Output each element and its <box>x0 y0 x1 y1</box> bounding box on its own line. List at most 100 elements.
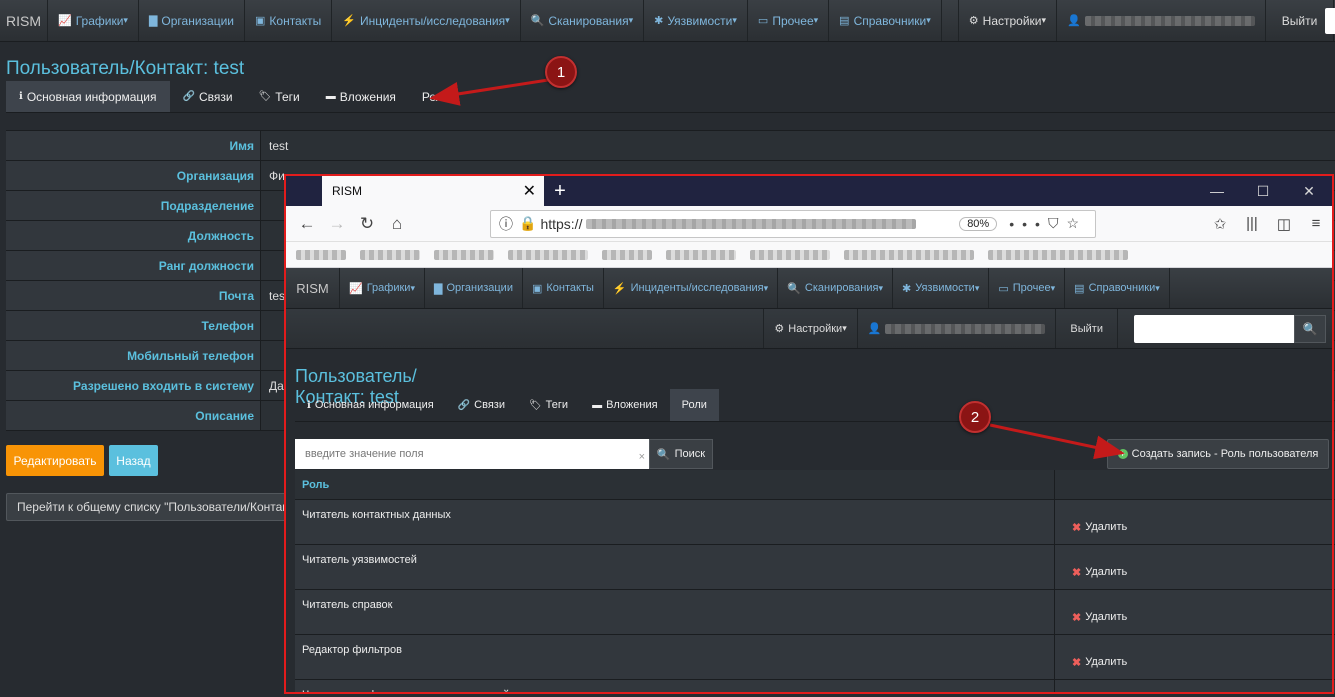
sidebar-icon[interactable]: ◫ <box>1268 215 1300 233</box>
inner-nav-settings[interactable]: ⚙ Настройки <box>763 309 856 348</box>
delete-button[interactable]: ✖Удалить <box>1055 500 1335 544</box>
window-close-icon[interactable]: ✕ <box>1286 183 1332 200</box>
clear-icon[interactable]: × <box>639 451 645 463</box>
menu-icon[interactable]: ≡ <box>1300 215 1332 233</box>
bookmark-item[interactable] <box>844 249 974 260</box>
nav-other[interactable]: ▭ Прочее <box>748 0 830 41</box>
bookmark-item[interactable] <box>360 249 420 260</box>
maximize-icon[interactable]: ☐ <box>1240 183 1286 200</box>
pocket-icon[interactable]: ⛉ <box>1048 215 1067 232</box>
user-icon: 👤 <box>867 323 882 335</box>
nav-settings[interactable]: ⚙ Настройки <box>957 0 1058 41</box>
create-role-button[interactable]: + Создать запись - Роль пользователя <box>1107 439 1329 469</box>
browser-tab[interactable]: RISM ✕ <box>322 176 544 206</box>
bookmark-item[interactable] <box>666 249 736 260</box>
filter-input[interactable]: введите значение поля × <box>295 439 649 469</box>
bookmark-item[interactable] <box>434 249 494 260</box>
page-actions-icon[interactable]: ••• <box>1009 216 1048 232</box>
inner-tab-label: Основная информация <box>314 399 434 411</box>
column-role[interactable]: Роль <box>295 470 1055 499</box>
nav-references[interactable]: ▤ Справочники <box>829 0 942 41</box>
go-to-list-button[interactable]: Перейти к общему списку "Пользователи/Ко… <box>6 493 286 521</box>
inner-nav-organizations[interactable]: ▇ Организации <box>425 268 523 308</box>
browser-tab-title: RISM <box>332 184 362 198</box>
nav-contacts[interactable]: ▣ Контакты <box>245 0 333 41</box>
back-button[interactable]: Назад <box>109 445 158 476</box>
field-label: Описание <box>6 401 261 430</box>
nav-organizations[interactable]: ▇ Организации <box>139 0 245 41</box>
inner-nav-other[interactable]: ▭ Прочее <box>989 268 1066 308</box>
inner-tab-tags[interactable]: 🏷 Теги <box>517 389 580 421</box>
inner-tab-label: Связи <box>474 399 505 411</box>
inner-tab-main-info[interactable]: ℹ Основная информация <box>295 389 446 421</box>
brand-logo[interactable]: RISM <box>0 0 48 41</box>
inner-nav-incidents[interactable]: ⚡ Инциденты/исследования <box>604 268 779 308</box>
bookmark-item[interactable] <box>602 249 652 260</box>
bookmark-item[interactable] <box>508 249 588 260</box>
tab-links[interactable]: 🔗 Связи <box>170 81 246 112</box>
minimize-icon[interactable]: — <box>1194 183 1240 199</box>
edit-button[interactable]: Редактировать <box>6 445 104 476</box>
field-label: Подразделение <box>6 191 261 220</box>
delete-button[interactable]: ✖Удалить <box>1055 590 1335 634</box>
tab-main-info[interactable]: ℹ Основная информация <box>6 81 170 112</box>
download-star-icon[interactable]: ✩ <box>1204 215 1236 233</box>
reload-icon[interactable]: ↻ <box>352 214 382 234</box>
filter-bar: введите значение поля × 🔍 Поиск <box>295 439 713 469</box>
nav-vulnerabilities[interactable]: ✱ Уязвимости <box>644 0 748 41</box>
nav-scans[interactable]: 🔍 Сканирования <box>521 0 645 41</box>
nav-charts[interactable]: 📈 Графики <box>48 0 139 41</box>
forward-arrow-icon[interactable]: → <box>322 214 352 234</box>
home-icon[interactable]: ⌂ <box>382 214 412 234</box>
nav-incidents[interactable]: ⚡ Инциденты/исследования <box>332 0 521 41</box>
info-icon: ℹ <box>19 91 23 102</box>
username-redacted <box>1084 15 1255 26</box>
close-icon[interactable]: ✕ <box>523 181 536 201</box>
back-arrow-icon[interactable]: ← <box>292 214 322 234</box>
nav-vulnerabilities-label: Уязвимости <box>667 13 733 28</box>
bookmark-star-icon[interactable]: ☆ <box>1066 215 1087 232</box>
inner-nav-references[interactable]: ▤ Справочники <box>1065 268 1170 308</box>
inner-nav-charts[interactable]: 📈 Графики <box>340 268 425 308</box>
annotation-badge-1: 1 <box>545 56 577 88</box>
delete-button[interactable]: ✖Удалить <box>1055 545 1335 589</box>
top-navbar: RISM 📈Графики ▇Организации ▣Контакты ⚡Ин… <box>0 0 1335 42</box>
inner-nav-logout[interactable]: Выйти <box>1055 309 1118 348</box>
info-icon[interactable]: ⓘ <box>499 214 513 234</box>
zoom-indicator[interactable]: 80% <box>959 216 998 231</box>
inner-nav-contacts[interactable]: ▣ Контакты <box>523 268 604 308</box>
inner-nav-search-input[interactable] <box>1134 314 1294 343</box>
inner-nav-vulnerabilities[interactable]: ✱ Уязвимости <box>893 268 990 308</box>
new-tab-button[interactable]: + <box>544 176 576 206</box>
inner-tab-links[interactable]: 🔗 Связи <box>446 389 517 421</box>
bookmark-item[interactable] <box>296 249 346 260</box>
bookmark-item[interactable] <box>988 249 1128 260</box>
browser-toolbar: ← → ↻ ⌂ ⓘ 🔒 https:// 80% ••• ⛉ ☆ ✩ ||| ◫… <box>286 206 1332 242</box>
create-role-label: Создать запись - Роль пользователя <box>1131 448 1319 460</box>
building-icon: ▇ <box>148 15 158 27</box>
inner-tab-roles[interactable]: Роли <box>669 389 719 421</box>
library-icon[interactable]: ||| <box>1236 215 1268 233</box>
nav-search-input[interactable] <box>1325 8 1335 34</box>
inner-nav-user[interactable]: 👤 <box>856 309 1056 348</box>
inner-nav-label: Графики <box>366 282 411 294</box>
tab-roles[interactable]: Роли <box>409 81 463 112</box>
inner-tab-attachments[interactable]: ▬ Вложения <box>580 389 670 421</box>
search-icon[interactable]: 🔍 <box>1294 314 1326 343</box>
tab-tags[interactable]: 🏷 Теги <box>246 81 313 112</box>
bookmark-item[interactable] <box>750 249 830 260</box>
url-bar[interactable]: ⓘ 🔒 https:// 80% ••• ⛉ ☆ <box>490 209 1096 238</box>
inner-brand-logo[interactable]: RISM <box>286 268 340 308</box>
search-button[interactable]: 🔍 Поиск <box>649 439 713 469</box>
bug-icon: ✱ <box>654 15 664 27</box>
delete-button[interactable]: ✖Удалить <box>1055 635 1335 679</box>
search-icon: 🔍 <box>530 15 545 27</box>
nav-other-label: Прочее <box>772 13 814 28</box>
nav-user[interactable]: 👤 <box>1057 0 1266 41</box>
id-card-icon: ▣ <box>255 15 266 27</box>
page-tabs: ℹ Основная информация 🔗 Связи 🏷 Теги ▬ Вложе… <box>6 81 1335 113</box>
nav-logout[interactable]: Выйти <box>1266 0 1335 41</box>
delete-icon: ✖ <box>1072 566 1082 579</box>
inner-nav-scans[interactable]: 🔍 Сканирования <box>778 268 893 308</box>
tab-attachments[interactable]: ▬ Вложения <box>313 81 409 112</box>
